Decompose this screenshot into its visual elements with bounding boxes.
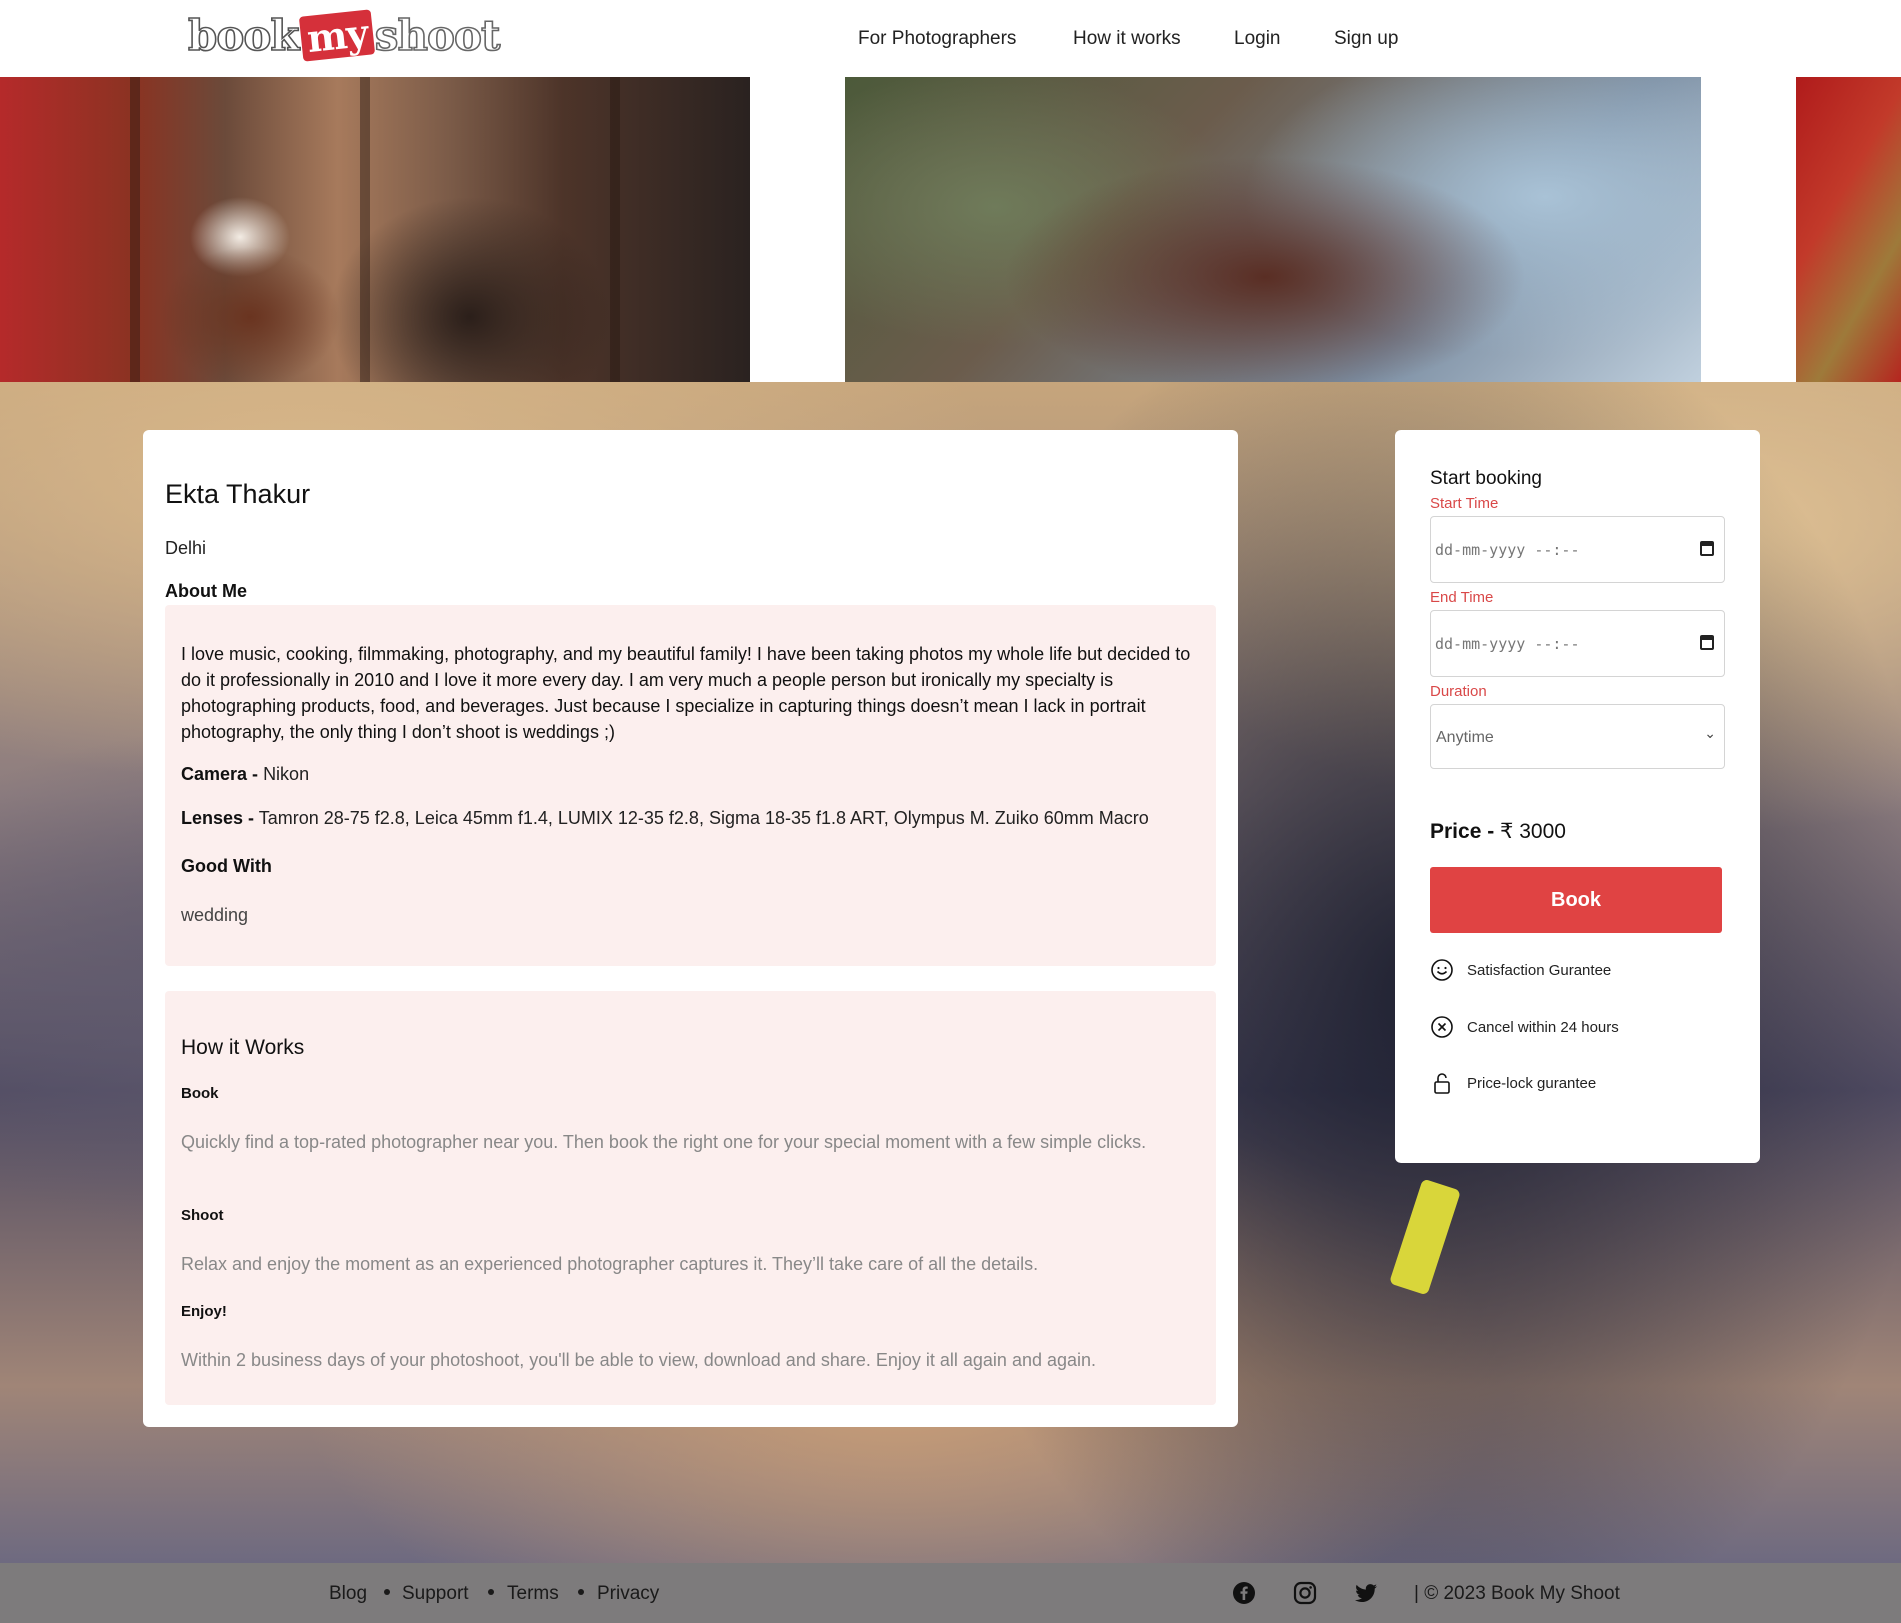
nav-for-photographers[interactable]: For Photographers	[858, 28, 1016, 50]
feature-text: Price-lock gurantee	[1467, 1074, 1597, 1092]
step-text: Within 2 business days of your photoshoo…	[181, 1350, 1097, 1370]
footer-link-terms[interactable]: Terms	[507, 1583, 559, 1605]
instagram-icon[interactable]	[1293, 1581, 1317, 1605]
feature-price-lock: Price-lock gurantee	[1430, 1071, 1596, 1095]
camera-value: Nikon	[263, 764, 310, 784]
end-time-label: End Time	[1430, 589, 1494, 606]
start-time-label: Start Time	[1430, 495, 1499, 512]
how-it-works-panel: How it Works Book Quickly find a top-rat…	[165, 991, 1216, 1405]
photographer-name: Ekta Thakur	[165, 479, 311, 509]
step-text: Quickly find a top-rated photographer ne…	[181, 1132, 1147, 1152]
banner-photo-bride[interactable]	[0, 77, 750, 382]
duration-value: Anytime	[1436, 729, 1494, 746]
banner-photo-henna-hands[interactable]	[845, 77, 1701, 382]
separator-dot	[384, 1589, 390, 1595]
banner-photo-red-fabric[interactable]	[1796, 77, 1901, 382]
copyright: | © 2023 Book My Shoot	[1414, 1583, 1620, 1604]
price-label: Price -	[1430, 820, 1495, 843]
calendar-icon[interactable]	[1700, 541, 1714, 556]
end-time-placeholder: dd-mm-yyyy --:--	[1435, 635, 1580, 653]
nav-login[interactable]: Login	[1234, 28, 1281, 50]
about-text: I love music, cooking, filmmaking, photo…	[181, 644, 1191, 742]
photographer-city: Delhi	[165, 538, 207, 558]
calendar-icon[interactable]	[1700, 635, 1714, 650]
separator-dot	[488, 1589, 494, 1595]
smiley-icon	[1430, 958, 1454, 982]
about-panel: I love music, cooking, filmmaking, photo…	[165, 605, 1216, 966]
logo-text-book: book	[187, 10, 300, 61]
nav-sign-up[interactable]: Sign up	[1334, 28, 1398, 50]
nav-how-it-works[interactable]: How it works	[1073, 28, 1181, 50]
duration-label: Duration	[1430, 683, 1487, 700]
footer-link-privacy[interactable]: Privacy	[597, 1583, 659, 1605]
book-button[interactable]: Book	[1430, 867, 1722, 933]
step-text: Relax and enjoy the moment as an experie…	[181, 1254, 1039, 1274]
twitter-icon[interactable]	[1354, 1581, 1378, 1605]
duration-select[interactable]: Anytime ⌄	[1430, 704, 1725, 769]
cancel-circle-icon	[1430, 1015, 1454, 1039]
feature-cancel: Cancel within 24 hours	[1430, 1015, 1619, 1039]
good-with-value: wedding	[181, 905, 249, 925]
site-footer: Blog Support Terms Privacy | © 2023 Book…	[0, 1563, 1901, 1623]
facebook-icon[interactable]	[1232, 1581, 1256, 1605]
banner-gallery	[0, 77, 1901, 382]
feature-satisfaction: Satisfaction Gurantee	[1430, 958, 1611, 982]
camera-label: Camera -	[181, 764, 259, 784]
profile-card: Ekta Thakur Delhi About Me I love music,…	[143, 430, 1238, 1427]
footer-link-support[interactable]: Support	[402, 1583, 469, 1605]
unlock-icon	[1430, 1071, 1454, 1095]
good-with-heading: Good With	[181, 856, 272, 876]
end-time-input[interactable]: dd-mm-yyyy --:--	[1430, 610, 1725, 677]
about-heading: About Me	[165, 581, 247, 601]
booking-title: Start booking	[1430, 468, 1542, 489]
site-header: book my shoot For Photographers How it wor…	[0, 0, 1901, 77]
logo-text-shoot: shoot	[374, 10, 501, 61]
footer-link-blog[interactable]: Blog	[329, 1583, 367, 1605]
step-heading: Enjoy!	[181, 1303, 227, 1320]
booking-card: Start booking Start Time dd-mm-yyyy --:-…	[1395, 430, 1760, 1163]
lenses-row: Lenses - Tamron 28-75 f2.8, Leica 45mm f…	[181, 808, 1149, 829]
lenses-label: Lenses -	[181, 808, 255, 828]
step-heading: Shoot	[181, 1207, 224, 1224]
feature-text: Cancel within 24 hours	[1467, 1018, 1619, 1036]
start-time-input[interactable]: dd-mm-yyyy --:--	[1430, 516, 1725, 583]
separator-dot	[578, 1589, 584, 1595]
lenses-value: Tamron 28-75 f2.8, Leica 45mm f1.4, LUMI…	[258, 808, 1149, 828]
feature-text: Satisfaction Gurantee	[1467, 961, 1612, 979]
logo[interactable]: book my shoot	[187, 8, 501, 62]
start-time-placeholder: dd-mm-yyyy --:--	[1435, 541, 1580, 559]
price-value: ₹ 3000	[1500, 820, 1566, 843]
chevron-down-icon: ⌄	[1704, 725, 1716, 741]
step-heading: Book	[181, 1085, 219, 1102]
how-it-works-title: How it Works	[181, 1036, 305, 1059]
camera-row: Camera - Nikon	[181, 764, 309, 785]
logo-text-my: my	[298, 8, 375, 62]
price: Price - ₹ 3000	[1430, 819, 1566, 844]
